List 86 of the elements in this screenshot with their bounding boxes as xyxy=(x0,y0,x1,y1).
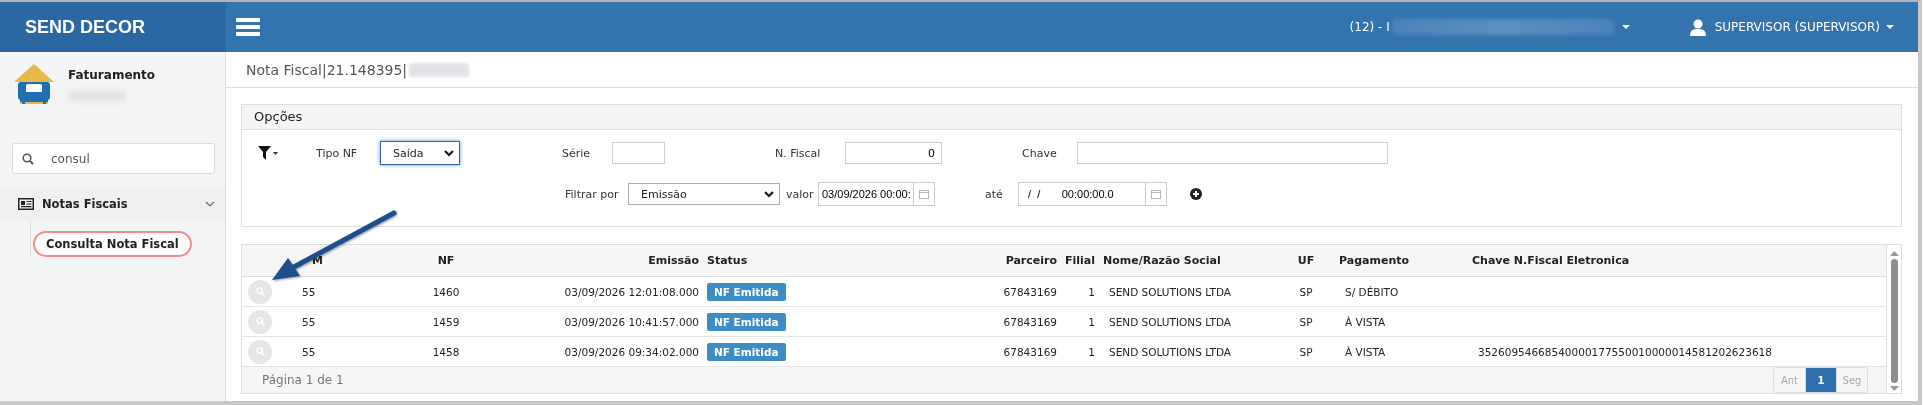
table-cell: 03/09/2026 10:41:57.000 xyxy=(564,315,699,328)
menu-group[interactable]: Notas Fiscais xyxy=(0,187,225,221)
table-cell: 55 xyxy=(302,315,316,328)
caret-icon xyxy=(1886,25,1894,29)
column-header: Filial xyxy=(1061,245,1099,277)
table-cell: S/ DÉBITO xyxy=(1345,285,1399,298)
column-header: NF xyxy=(382,245,510,277)
table-cell: 1 xyxy=(1088,285,1095,298)
search-icon xyxy=(255,317,265,326)
sofa-house-icon xyxy=(12,62,56,106)
filter-icon[interactable] xyxy=(258,146,278,160)
table-cell: 03/09/2026 12:01:08.000 xyxy=(564,285,699,298)
brand-title: SEND DECOR xyxy=(25,16,145,38)
select-field[interactable]: Emissão xyxy=(628,183,780,205)
calendar-icon xyxy=(1151,189,1161,199)
menu-item[interactable]: Consulta Nota Fiscal xyxy=(33,231,192,257)
scroll-thumb[interactable] xyxy=(1890,259,1898,383)
status-badge: NF Emitida xyxy=(707,282,786,301)
search-icon xyxy=(255,287,265,296)
user-menu[interactable]: SUPERVISOR (SUPERVISOR) xyxy=(1689,18,1894,36)
date-field[interactable]: / / 00:00:00.0 xyxy=(1018,182,1145,206)
select-field[interactable]: Saída xyxy=(380,141,460,165)
table-cell: 35260954668540000177550010000014581202623618 xyxy=(1478,345,1772,358)
field-label: Filtrar por xyxy=(565,187,619,201)
table-cell: SP xyxy=(1299,285,1313,298)
module-title: Faturamento xyxy=(68,68,156,82)
column-header: Pagamento xyxy=(1335,245,1468,277)
field-label: Tipo NF xyxy=(316,146,358,160)
field-label: valor xyxy=(786,187,814,201)
page-info: Página 1 de 1 xyxy=(262,373,344,387)
table-cell: 67843169 xyxy=(1003,345,1057,358)
status-badge: NF Emitida xyxy=(707,342,786,361)
panel-title: Opções xyxy=(242,105,1901,130)
table-cell: 1459 xyxy=(432,315,460,328)
chevron-down-icon xyxy=(205,201,215,207)
field-label: Chave xyxy=(1022,146,1057,160)
column-header: Status xyxy=(703,245,811,277)
column-header: Nome/Razão Social xyxy=(1099,245,1277,277)
table-cell: 67843169 xyxy=(1003,285,1057,298)
add-icon[interactable] xyxy=(1190,188,1202,200)
scroll-down-icon[interactable] xyxy=(1889,386,1899,391)
calendar-button[interactable] xyxy=(1145,182,1167,206)
calendar-icon xyxy=(919,189,929,199)
date-field[interactable]: 03/09/2026 00:00: xyxy=(818,182,913,206)
page-button: Seg xyxy=(1836,368,1867,392)
company-dropdown[interactable]: (12) - I xyxy=(1349,19,1630,35)
table-cell: 03/09/2026 09:34:02.000 xyxy=(564,345,699,358)
field-label: até xyxy=(985,187,1003,201)
scroll-up-icon[interactable] xyxy=(1889,251,1899,256)
user-icon xyxy=(1689,18,1706,36)
table-cell: À VISTA xyxy=(1345,315,1386,328)
table-cell: SP xyxy=(1299,315,1313,328)
table-cell: 55 xyxy=(302,285,316,298)
table-cell: SEND SOLUTIONS LTDA xyxy=(1109,285,1232,298)
search-icon xyxy=(22,153,34,165)
table-cell: 55 xyxy=(302,345,316,358)
blurred-text xyxy=(409,62,470,77)
column-header: Chave N.Fiscal Eletronica xyxy=(1468,245,1886,277)
column-header: Emissão xyxy=(510,245,703,277)
table-cell: 1 xyxy=(1088,345,1095,358)
page-button[interactable]: 1 xyxy=(1805,368,1836,392)
field-label: Série xyxy=(562,146,591,160)
caret-icon xyxy=(1621,25,1630,29)
table-cell: 1460 xyxy=(432,285,460,298)
table-cell: SP xyxy=(1299,345,1313,358)
chevron-down-icon xyxy=(444,149,454,157)
table-cell: SEND SOLUTIONS LTDA xyxy=(1109,345,1232,358)
input-field[interactable] xyxy=(1077,142,1388,164)
table-cell: SEND SOLUTIONS LTDA xyxy=(1109,315,1232,328)
newspaper-icon xyxy=(18,198,34,210)
column-header: Parceiro xyxy=(811,245,1061,277)
input-field[interactable] xyxy=(612,142,665,164)
table-cell: 1 xyxy=(1088,315,1095,328)
search-icon xyxy=(255,347,265,356)
table-cell: 1458 xyxy=(432,345,460,358)
status-badge: NF Emitida xyxy=(707,312,786,331)
field-label: N. Fiscal xyxy=(775,146,821,160)
table-cell: 67843169 xyxy=(1003,315,1057,328)
search-field[interactable]: consul xyxy=(12,143,215,174)
table-cell: À VISTA xyxy=(1345,345,1386,358)
chevron-down-icon xyxy=(764,190,774,198)
input-field[interactable]: 0 xyxy=(845,142,942,164)
menu-icon[interactable] xyxy=(236,18,260,36)
page-title: Nota Fiscal|21.148395| xyxy=(246,61,408,78)
calendar-button[interactable] xyxy=(913,182,935,206)
column-header: UF xyxy=(1277,245,1335,277)
